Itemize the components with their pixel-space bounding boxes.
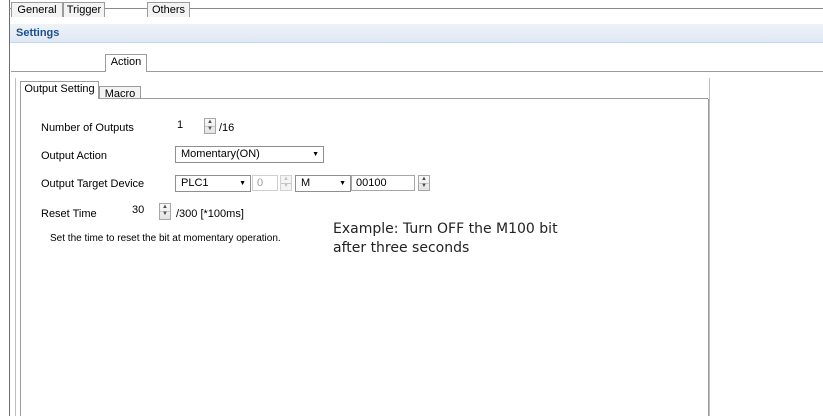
tab-trigger[interactable]: Trigger [63,2,105,17]
dropdown-arrow-icon: ▼ [239,180,246,187]
reset-time-spinner[interactable]: ▲ ▼ [159,203,171,220]
tab-others[interactable]: Others [147,2,190,17]
number-of-outputs-input[interactable]: 1 [173,118,203,134]
number-of-outputs-spinner[interactable]: ▲ ▼ [204,118,216,134]
example-annotation: Example: Turn OFF the M100 bit after thr… [333,220,558,258]
tab-output-setting[interactable]: Output Setting [20,81,99,99]
device-address-input[interactable]: 00100 [351,175,415,191]
number-of-outputs-label: Number of Outputs [41,122,134,134]
output-action-select[interactable]: Momentary(ON) ▼ [175,146,324,163]
station-number-spinner: ▲ ▼ [280,175,292,191]
window-left-border [9,0,10,416]
device-address-spinner[interactable]: ▲ ▼ [418,175,430,191]
window-top-border [9,8,823,9]
device-type-value: M [301,177,311,189]
settings-header: Settings [10,24,823,43]
settings-title: Settings [16,27,60,39]
plc-select[interactable]: PLC1 ▼ [175,175,251,192]
station-number-input: 0 [252,175,278,191]
plc-value: PLC1 [181,177,209,189]
reset-time-label: Reset Time [41,208,97,220]
reset-time-input[interactable]: 30 [128,203,154,219]
tab-action[interactable]: Action [105,54,147,72]
number-of-outputs-max: /16 [219,122,235,134]
dropdown-arrow-icon: ▼ [339,180,346,187]
output-target-device-label: Output Target Device [41,178,145,190]
example-annotation-line-2: after three seconds [333,240,470,256]
dropdown-arrow-icon: ▼ [312,151,319,158]
example-annotation-line-1: Example: Turn OFF the M100 bit [333,221,558,237]
tab-general[interactable]: General [11,2,63,17]
output-action-label: Output Action [41,150,108,162]
reset-time-range: /300 [*100ms] [176,208,244,220]
device-type-select[interactable]: M ▼ [295,175,351,192]
spin-down-arrow-icon[interactable]: ▼ [205,126,215,133]
reset-time-description: Set the time to reset the bit at momenta… [50,233,281,244]
output-action-value: Momentary(ON) [181,148,260,160]
spin-down-arrow-icon[interactable]: ▼ [419,183,429,190]
spin-down-arrow-icon: ▼ [283,183,289,189]
spin-down-arrow-icon[interactable]: ▼ [160,211,170,218]
